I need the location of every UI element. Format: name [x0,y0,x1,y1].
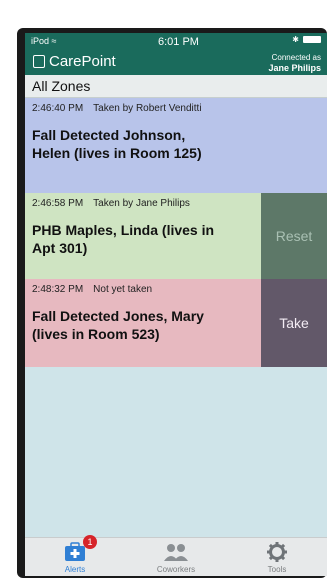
status-time: 6:01 PM [158,36,199,48]
take-button[interactable]: Take [261,279,327,367]
battery-icon [303,36,321,44]
tab-coworkers[interactable]: Coworkers [126,538,226,576]
alert-meta: 2:46:40 PM Taken by Robert Venditti [32,103,202,114]
alert-status: Not yet taken [93,284,153,295]
gear-icon [267,542,287,562]
carrier-wifi: iPod ≈ [31,36,57,46]
app-screen: iPod ≈ 6:01 PM ✱ CarePoint Connected as … [25,33,327,576]
header-bar: iPod ≈ 6:01 PM ✱ CarePoint Connected as … [25,33,327,75]
alert-time: 2:48:32 PM [32,284,84,295]
alert-badge: 1 [83,535,97,549]
alert-item[interactable]: 2:48:32 PM Not yet taken Fall Detected Jo… [25,279,327,367]
connected-label: Connected as [271,53,321,62]
alert-meta: 2:46:58 PM Taken by Jane Philips [32,198,190,209]
alert-item[interactable]: 2:46:58 PM Taken by Jane Philips PHB Mapl… [25,193,327,279]
connection-info: Connected as Jane Philips [268,53,321,74]
alert-title: Fall Detected Johnson, Helen (lives in R… [32,127,202,161]
alert-status: Taken by Jane Philips [93,198,190,209]
wifi-icon: ≈ [51,36,57,46]
tab-tools[interactable]: Tools [227,538,327,576]
carepoint-logo-icon [33,55,45,68]
tab-label: Coworkers [156,565,196,574]
alert-title: PHB Maples, Linda (lives in Apt 301) [32,222,215,256]
people-icon [164,544,188,561]
alert-meta: 2:48:32 PM Not yet taken [32,284,152,295]
tab-bar: 1 Alerts Coworkers Tools [25,535,327,576]
alert-time: 2:46:58 PM [32,198,84,209]
bluetooth-battery: ✱ [292,35,321,44]
app-title: CarePoint [33,53,116,70]
zone-filter-label: All Zones [32,78,91,94]
tab-label: Alerts [64,565,86,574]
tab-alerts[interactable]: 1 Alerts [25,535,125,576]
connected-user: Jane Philips [268,63,321,73]
alert-item[interactable]: 2:46:40 PM Taken by Robert Venditti Fall … [25,98,327,193]
bluetooth-icon: ✱ [292,35,299,44]
zone-filter[interactable]: All Zones [25,75,327,98]
tab-label: Tools [267,565,287,574]
reset-button[interactable]: Reset [261,193,327,279]
empty-list-area [25,367,327,537]
alert-title: Fall Detected Jones, Mary (lives in Room… [32,308,204,342]
alert-status: Taken by Robert Venditti [93,103,202,114]
alert-time: 2:46:40 PM [32,103,84,114]
